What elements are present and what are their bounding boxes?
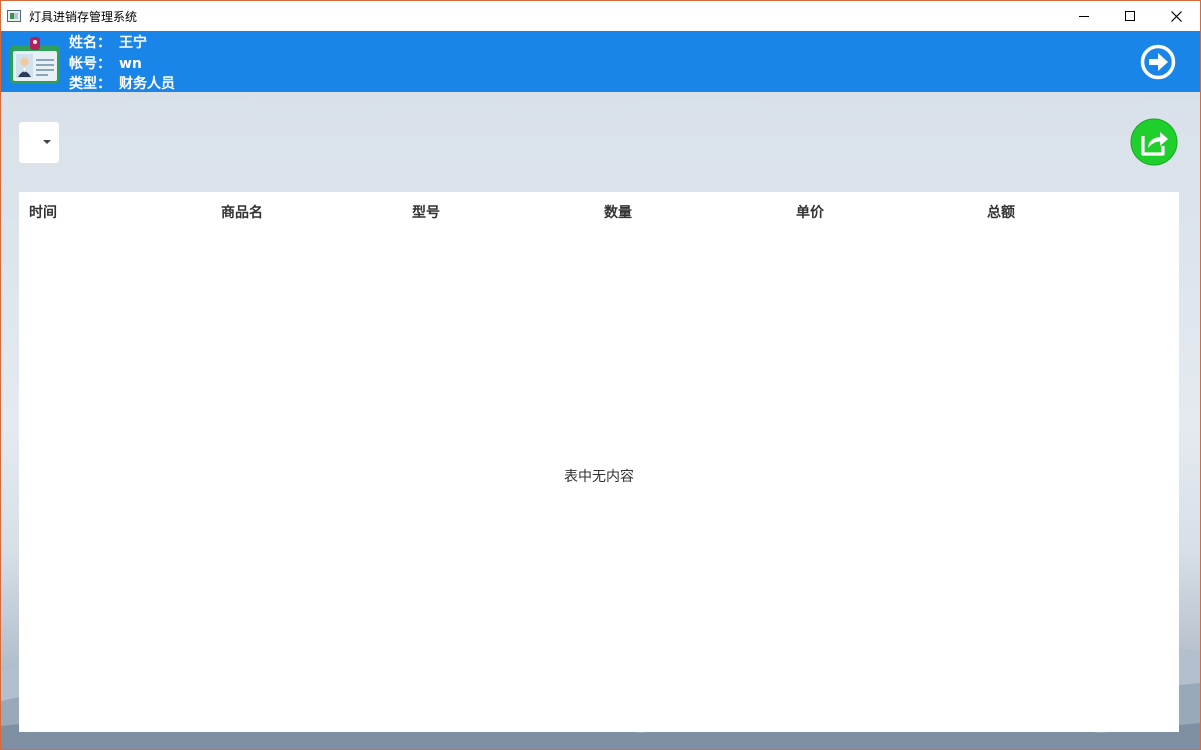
user-header: 姓名： 王宁 帐号： wn 类型： 财务人员 bbox=[1, 31, 1200, 92]
user-name-row: 姓名： 王宁 bbox=[69, 32, 147, 52]
user-account-value: wn bbox=[119, 56, 142, 72]
minimize-icon bbox=[1079, 15, 1089, 17]
column-header-model[interactable]: 型号 bbox=[412, 202, 440, 222]
title-bar[interactable]: 灯具进销存管理系统 bbox=[1, 1, 1200, 31]
sales-table: 时间 商品名 型号 数量 单价 总额 表中无内容 bbox=[19, 192, 1179, 732]
minimize-button[interactable] bbox=[1061, 1, 1107, 31]
window-title: 灯具进销存管理系统 bbox=[29, 10, 138, 24]
column-header-unit-price[interactable]: 单价 bbox=[796, 202, 824, 222]
close-button[interactable] bbox=[1153, 1, 1199, 31]
column-header-quantity[interactable]: 数量 bbox=[604, 202, 632, 222]
user-account-label: 帐号： bbox=[69, 56, 111, 72]
filter-dropdown[interactable] bbox=[19, 122, 59, 163]
column-header-total[interactable]: 总额 bbox=[987, 202, 1015, 222]
app-icon bbox=[7, 10, 21, 22]
export-share-icon[interactable] bbox=[1130, 118, 1178, 166]
user-type-value: 财务人员 bbox=[119, 76, 175, 92]
id-badge-icon bbox=[10, 37, 60, 84]
table-empty-message: 表中无内容 bbox=[564, 469, 634, 485]
app-window: 灯具进销存管理系统 姓名： 王宁 帐号： wn 类型： 财务人员 时间 商品名 … bbox=[0, 0, 1201, 750]
client-area: 姓名： 王宁 帐号： wn 类型： 财务人员 时间 商品名 型号 数量 单价 总… bbox=[1, 31, 1200, 749]
column-header-time[interactable]: 时间 bbox=[29, 202, 57, 222]
user-name-label: 姓名： bbox=[69, 35, 111, 51]
maximize-icon bbox=[1125, 11, 1135, 21]
user-account-row: 帐号： wn bbox=[69, 53, 142, 73]
table-header: 时间 商品名 型号 数量 单价 总额 bbox=[19, 192, 1179, 230]
column-header-product-name[interactable]: 商品名 bbox=[221, 202, 263, 222]
user-name-value: 王宁 bbox=[119, 35, 147, 51]
user-type-row: 类型： 财务人员 bbox=[69, 73, 175, 93]
chevron-down-icon bbox=[43, 140, 51, 144]
logout-arrow-icon[interactable] bbox=[1140, 44, 1176, 80]
close-icon bbox=[1170, 10, 1182, 22]
maximize-button[interactable] bbox=[1107, 1, 1153, 31]
user-type-label: 类型： bbox=[69, 76, 111, 92]
